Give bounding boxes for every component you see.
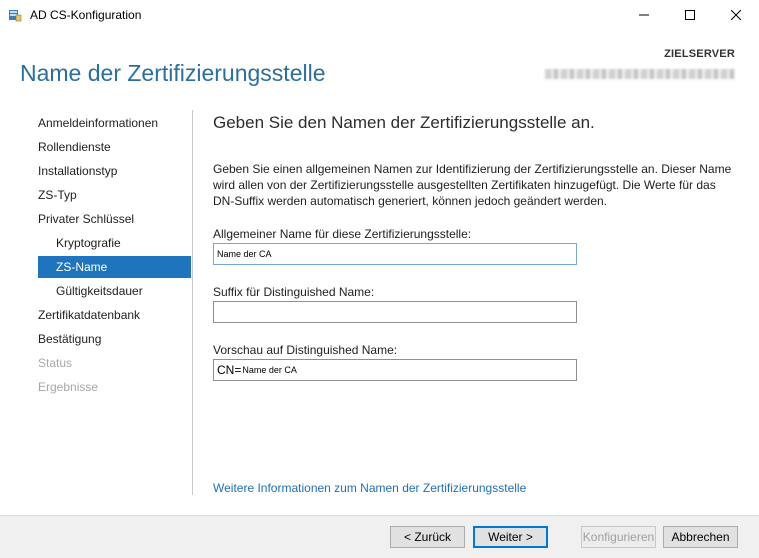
maximize-button[interactable] <box>667 0 713 30</box>
more-info-link[interactable]: Weitere Informationen zum Namen der Zert… <box>213 481 526 495</box>
close-button[interactable] <box>713 0 759 30</box>
target-server-label: ZIELSERVER <box>664 48 735 60</box>
wizard-header: Name der Zertifizierungsstelle ZIELSERVE… <box>0 30 759 108</box>
nav-item-zs-name[interactable]: ZS-Name <box>38 256 191 278</box>
title-bar: AD CS-Konfiguration <box>0 0 759 30</box>
nav-item-zertifikatdatenbank[interactable]: Zertifikatdatenbank <box>38 305 140 325</box>
next-button[interactable]: Weiter > <box>473 526 548 548</box>
minimize-icon <box>639 10 649 20</box>
nav-item-privater-schluessel[interactable]: Privater Schlüssel <box>38 209 134 229</box>
dn-suffix-input[interactable] <box>213 301 577 323</box>
nav-item-gueltigkeitsdauer[interactable]: Gültigkeitsdauer <box>56 281 143 301</box>
nav-divider <box>192 110 193 495</box>
nav-item-rollendienste[interactable]: Rollendienste <box>38 137 111 157</box>
maximize-icon <box>685 10 695 20</box>
nav-item-zs-typ[interactable]: ZS-Typ <box>38 185 77 205</box>
preview-dn-prefix: CN= <box>217 363 242 377</box>
page-title: Name der Zertifizierungsstelle <box>20 60 326 86</box>
window-title: AD CS-Konfiguration <box>30 8 142 22</box>
configure-button: Konfigurieren <box>581 526 656 548</box>
minimize-button[interactable] <box>621 0 667 30</box>
nav-item-ergebnisse: Ergebnisse <box>38 380 99 394</box>
cancel-button[interactable]: Abbrechen <box>663 526 738 548</box>
common-name-input[interactable] <box>213 243 577 265</box>
nav-item-anmeldeinformationen[interactable]: Anmeldeinformationen <box>38 113 158 133</box>
section-title: Geben Sie den Namen der Zertifizierungss… <box>213 113 595 132</box>
dn-suffix-label: Suffix für Distinguished Name: <box>213 285 375 299</box>
preview-dn-field: CN= Name der CA <box>213 359 577 381</box>
server-manager-icon <box>8 8 22 22</box>
back-button[interactable]: < Zurück <box>390 526 465 548</box>
nav-item-installationstyp[interactable]: Installationstyp <box>38 161 117 181</box>
target-server-name-redacted <box>545 69 735 79</box>
common-name-label: Allgemeiner Name für diese Zertifizierun… <box>213 227 472 241</box>
nav-item-kryptografie[interactable]: Kryptografie <box>56 233 121 253</box>
description-text: Geben Sie einen allgemeinen Namen zur Id… <box>213 162 732 208</box>
preview-dn-label: Vorschau auf Distinguished Name: <box>213 343 398 357</box>
close-icon <box>731 10 741 20</box>
nav-item-status: Status <box>38 356 73 370</box>
nav-item-bestaetigung[interactable]: Bestätigung <box>38 329 101 349</box>
wizard-navigation: Anmeldeinformationen Rollendienste Insta… <box>0 110 192 495</box>
preview-dn-value: Name der CA <box>242 365 297 375</box>
